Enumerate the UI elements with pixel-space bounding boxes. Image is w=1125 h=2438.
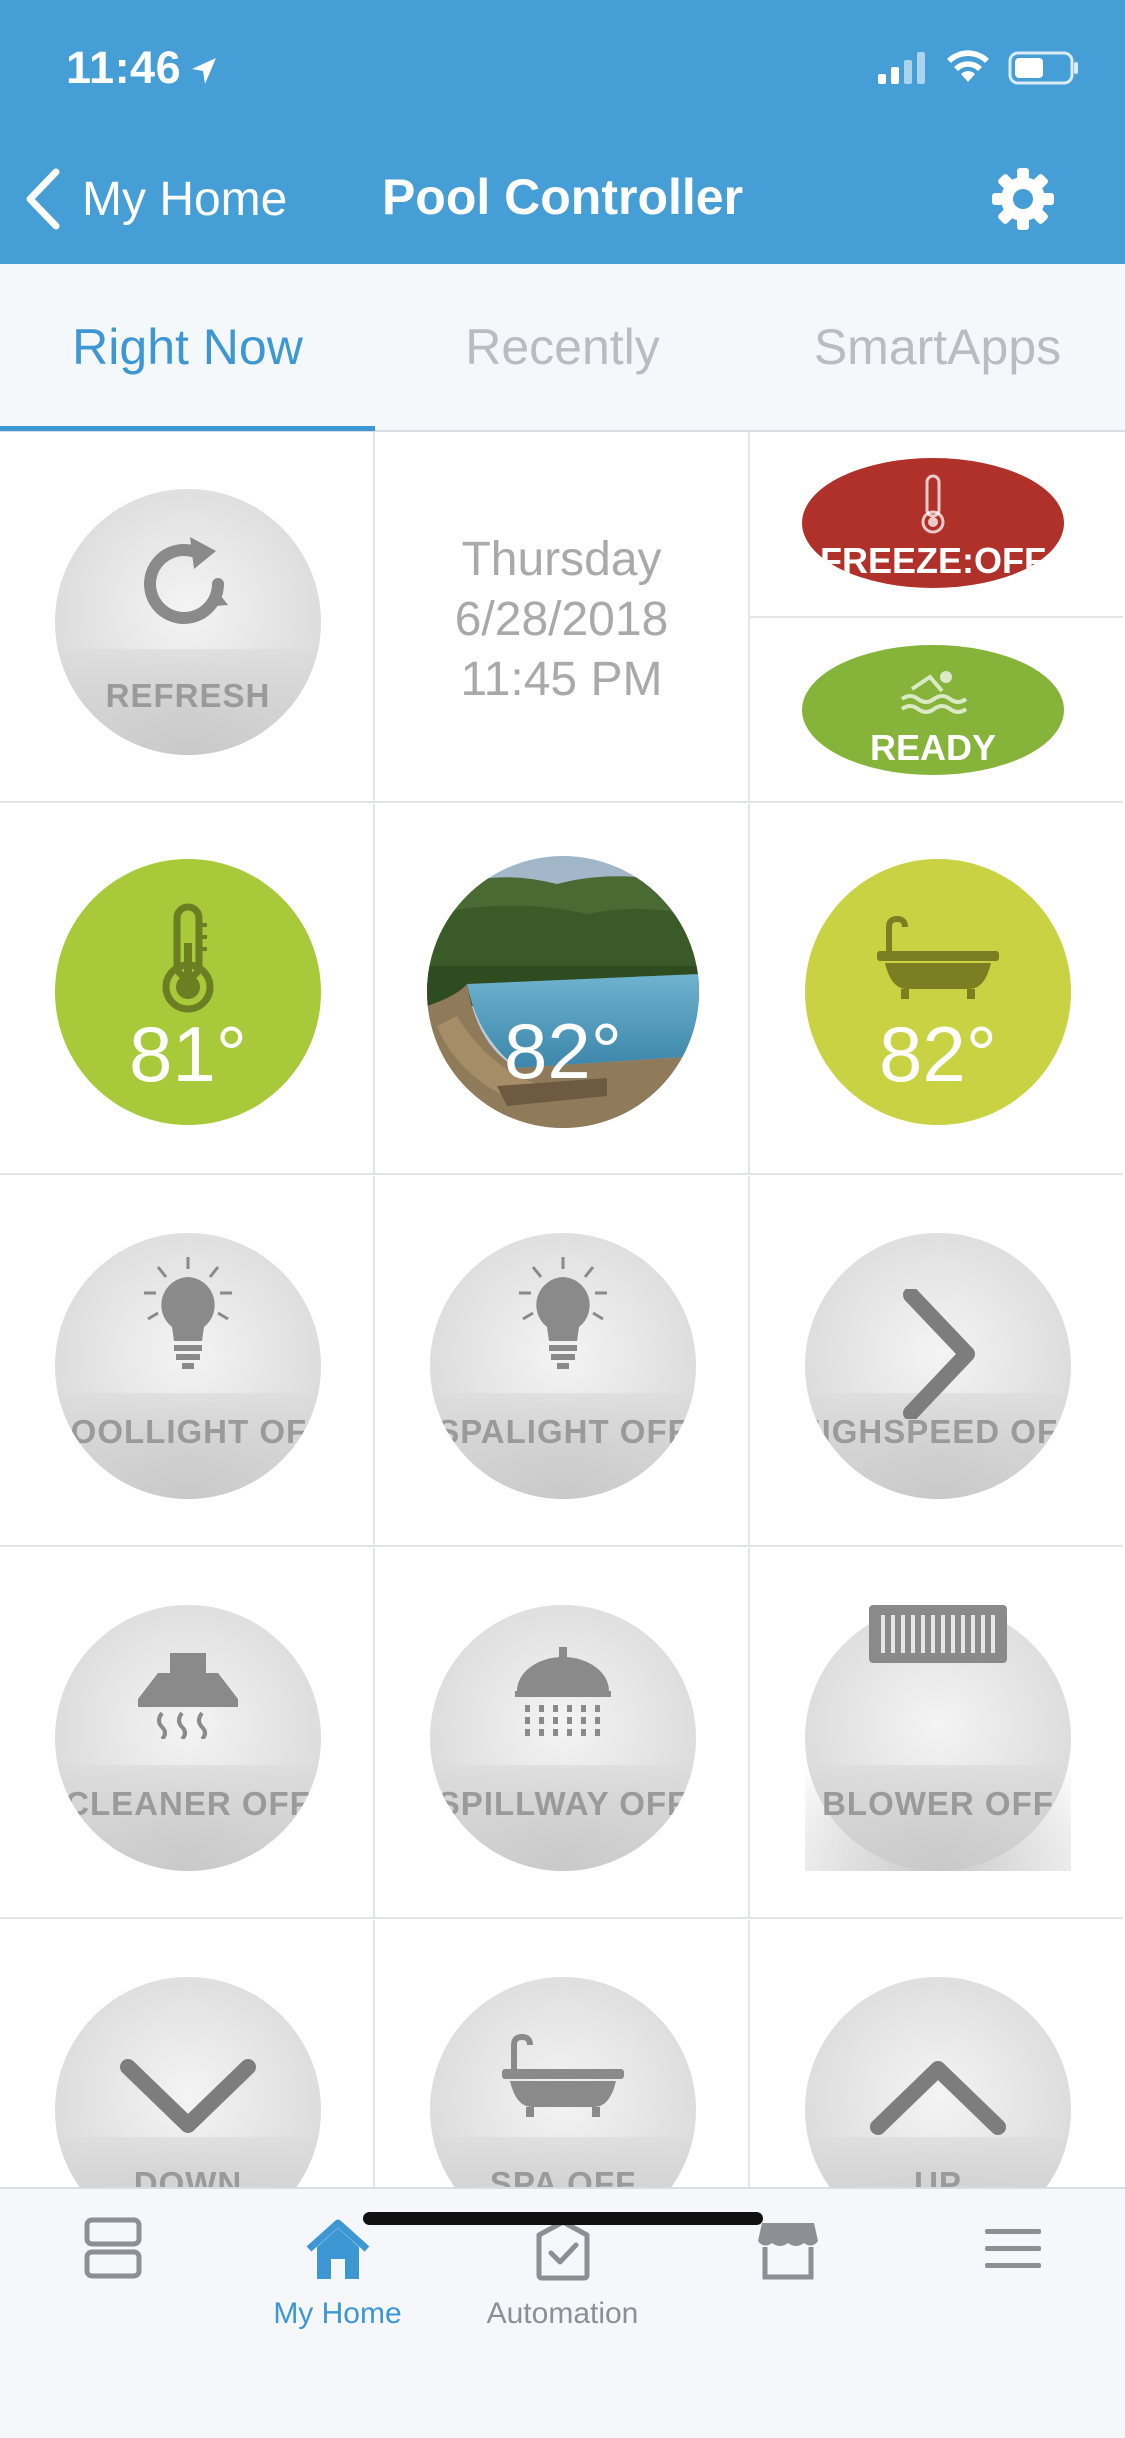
down-cell: DOWN: [0, 1920, 375, 2187]
spa-label: SPA OFF: [489, 2165, 637, 2187]
status-time: 11:46: [66, 42, 182, 93]
status-cell: FREEZE:OFF READY: [750, 432, 1123, 803]
ready-status[interactable]: READY: [802, 645, 1064, 775]
poollight-label: POOLLIGHT OFF: [55, 1413, 321, 1450]
pool-temp-value: 82°: [504, 1007, 622, 1095]
spillway-tile[interactable]: SPILLWAY OFF: [430, 1605, 696, 1871]
highspeed-cell: HIGHSPEED OFF: [750, 1176, 1123, 1547]
air-temp-value: 81°: [129, 1010, 247, 1098]
pool-temp-cell: 82°: [375, 804, 750, 1175]
tab-right-now[interactable]: Right Now: [0, 264, 375, 430]
highspeed-label: HIGHSPEED OFF: [805, 1413, 1071, 1450]
back-label: My Home: [82, 172, 288, 226]
air-temp-tile[interactable]: 81°: [55, 859, 321, 1125]
spa-cell: SPA OFF: [375, 1920, 750, 2187]
down-tile[interactable]: DOWN: [55, 1977, 321, 2187]
home-indicator[interactable]: [363, 2212, 763, 2225]
top-bar: 11:46 My Home Pool Controller: [0, 0, 1125, 264]
cleaner-tile[interactable]: CLEANER OFF: [55, 1605, 321, 1871]
spa-tile[interactable]: SPA OFF: [430, 1977, 696, 2187]
tab-smartapps[interactable]: SmartApps: [750, 264, 1125, 430]
automation-icon: [536, 2219, 589, 2281]
blower-tile[interactable]: BLOWER OFF: [805, 1605, 1071, 1871]
chevron-down-icon: [120, 2059, 256, 2133]
spillway-cell: SPILLWAY OFF: [375, 1548, 750, 1919]
day-text: Thursday: [461, 533, 662, 586]
wifi-icon: [947, 50, 989, 82]
blower-cell: BLOWER OFF: [750, 1548, 1123, 1919]
up-label: UP: [914, 2165, 962, 2187]
chevron-left-icon: [26, 168, 60, 230]
tab-automation-label: Automation: [486, 2297, 639, 2330]
settings-button[interactable]: [990, 166, 1056, 237]
chevron-right-icon: [903, 1289, 975, 1419]
air-temp-cell: 81°: [0, 804, 375, 1175]
spalight-label: SPALIGHT OFF: [437, 1413, 689, 1450]
shower-icon: [515, 1647, 611, 1736]
tab-bar: Right Now Recently SmartApps: [0, 264, 1125, 432]
vent-icon: [869, 1605, 1007, 1663]
freeze-status[interactable]: FREEZE:OFF: [802, 458, 1064, 588]
bathtub-icon: [877, 915, 999, 999]
highspeed-tile[interactable]: HIGHSPEED OFF: [805, 1233, 1071, 1499]
spa-temp-value: 82°: [879, 1010, 997, 1098]
home-icon: [306, 2219, 369, 2279]
up-tile[interactable]: UP: [805, 1977, 1071, 2187]
refresh-label: REFRESH: [105, 677, 271, 714]
spalight-tile[interactable]: SPALIGHT OFF: [430, 1233, 696, 1499]
lightbulb-icon: [519, 1257, 607, 1369]
spa-temp-cell: 82°: [750, 804, 1123, 1175]
tab-dashboard[interactable]: [0, 2189, 225, 2369]
refresh-tile[interactable]: REFRESH: [55, 489, 321, 755]
poollight-tile[interactable]: POOLLIGHT OFF: [55, 1233, 321, 1499]
chevron-up-icon: [870, 2061, 1006, 2135]
blower-label: BLOWER OFF: [822, 1785, 1054, 1822]
cleaner-label: CLEANER OFF: [65, 1785, 311, 1822]
cellular-signal-icon: [878, 52, 925, 84]
tab-recently[interactable]: Recently: [375, 264, 750, 430]
thermometer-icon: [162, 903, 214, 1013]
cleaner-cell: CLEANER OFF: [0, 1548, 375, 1919]
gear-icon: [992, 168, 1054, 230]
location-arrow-icon: [192, 58, 216, 84]
dashboard-icon: [84, 2217, 141, 2279]
spillway-label: SPILLWAY OFF: [437, 1785, 689, 1822]
time-text: 11:45 PM: [460, 653, 663, 706]
tab-my-home-label: My Home: [273, 2297, 402, 2330]
last-updated: Thursday 6/28/2018 11:45 PM: [375, 530, 748, 710]
thermometer-icon: [921, 474, 945, 534]
back-button[interactable]: My Home: [24, 164, 287, 234]
freeze-label: FREEZE:OFF: [820, 540, 1046, 581]
poollight-cell: POOLLIGHT OFF: [0, 1176, 375, 1547]
pool-temp-tile[interactable]: 82°: [427, 856, 699, 1128]
up-cell: UP: [750, 1920, 1123, 2187]
refresh-cell: REFRESH: [0, 432, 375, 803]
datetime-cell: Thursday 6/28/2018 11:45 PM: [375, 432, 750, 803]
device-tile-grid: REFRESH Thursday 6/28/2018 11:45 PM FREE…: [0, 432, 1125, 2187]
tab-menu[interactable]: [900, 2189, 1125, 2369]
menu-icon: [984, 2229, 1041, 2268]
down-label: DOWN: [133, 2165, 243, 2187]
date-text: 6/28/2018: [454, 593, 669, 646]
swimmer-icon: [900, 671, 968, 714]
active-tab-indicator: [0, 426, 375, 431]
battery-icon: [1008, 51, 1078, 85]
marketplace-icon: [757, 2223, 818, 2280]
refresh-icon: [144, 537, 228, 624]
bathtub-icon: [502, 2033, 624, 2117]
hood-icon: [138, 1653, 238, 1739]
spa-temp-tile[interactable]: 82°: [805, 859, 1071, 1125]
status-divider: [750, 616, 1123, 618]
ready-label: READY: [869, 727, 997, 768]
lightbulb-icon: [144, 1257, 232, 1369]
spalight-cell: SPALIGHT OFF: [375, 1176, 750, 1547]
